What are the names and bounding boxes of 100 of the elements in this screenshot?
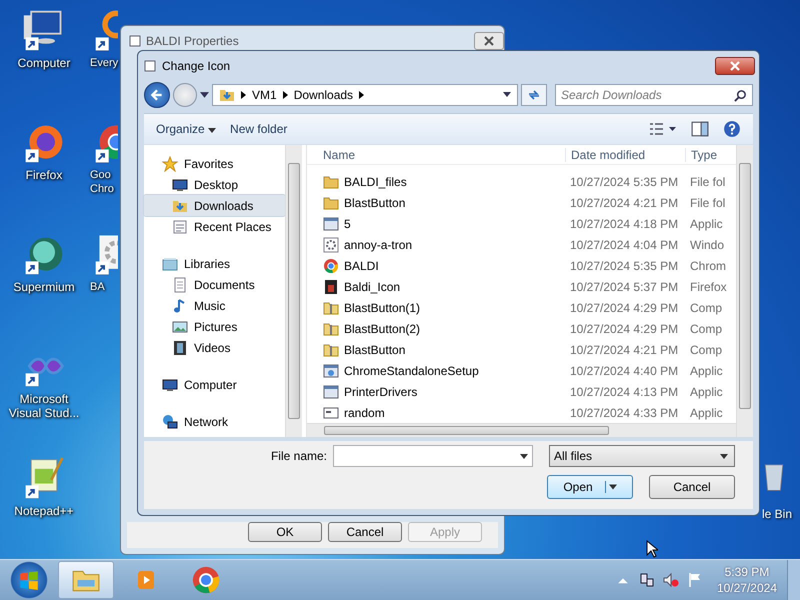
zipped-folder-icon xyxy=(323,320,339,337)
close-icon xyxy=(484,36,494,46)
desktop-icon-label[interactable]: Every xyxy=(90,56,118,70)
date-cell-text: 10/27/2024 4:21 PM xyxy=(569,196,680,210)
date-cell-text: 10/27/2024 4:29 PM xyxy=(569,322,680,336)
file-icon xyxy=(129,35,141,47)
breadcrumb[interactable]: Downloads xyxy=(294,88,354,102)
type-cell-text: File fol xyxy=(689,196,726,210)
muted-speaker-icon[interactable] xyxy=(662,572,679,588)
folder-icon xyxy=(323,174,339,190)
desktop-icon-label[interactable]: Firefox xyxy=(26,168,62,182)
chevron-icon[interactable] xyxy=(359,91,364,99)
column-header[interactable]: Name xyxy=(307,148,565,162)
window-icon xyxy=(323,404,339,421)
navigation-item[interactable]: Libraries xyxy=(144,253,285,274)
picture-icon xyxy=(172,318,188,334)
column-header[interactable]: Date modified xyxy=(565,148,685,162)
desktop-icon-label[interactable]: Computer xyxy=(18,56,70,70)
navigation-item[interactable]: Computer xyxy=(144,374,285,395)
file-name-cell[interactable]: BlastButton xyxy=(307,194,565,211)
windows-logo-icon xyxy=(18,569,40,591)
type-cell-text: Firefox xyxy=(689,280,728,294)
cancel-button[interactable]: Cancel xyxy=(649,475,735,499)
desktop-icon-label[interactable]: BA xyxy=(90,280,105,294)
close-button[interactable] xyxy=(715,57,755,75)
file-name-cell[interactable]: BlastButton xyxy=(307,342,565,358)
file-name-field[interactable] xyxy=(333,445,533,467)
date-cell-text: 10/27/2024 4:33 PM xyxy=(569,406,680,420)
type-cell-text: Applic xyxy=(689,384,724,399)
new-folder-button[interactable]: New folder xyxy=(230,122,288,136)
caret-icon xyxy=(720,454,728,458)
organize-menu-button[interactable]: Organize xyxy=(156,122,216,136)
desktop-icon-label[interactable]: Goo xyxy=(90,168,111,182)
file-name-cell[interactable]: annoy-a-tron xyxy=(307,236,565,253)
chevron-icon[interactable] xyxy=(282,91,288,99)
date-cell-text: 10/27/2024 4:13 PM xyxy=(569,384,680,399)
vertical-scrollbar[interactable] xyxy=(736,145,753,437)
navigation-item[interactable]: Favorites xyxy=(144,153,285,174)
refresh-button[interactable] xyxy=(521,84,547,106)
desktop-icon-label[interactable]: Supermium xyxy=(13,280,75,294)
preview-pane-icon[interactable] xyxy=(691,120,709,138)
type-cell-text: Applic xyxy=(689,216,724,231)
file-name-cell[interactable]: random xyxy=(307,404,565,421)
navigation-item[interactable]: Videos xyxy=(144,337,285,358)
file-name-cell[interactable]: Baldi_Icon xyxy=(307,278,565,295)
file-name-cell[interactable]: BALDI xyxy=(307,258,565,274)
back-button[interactable] xyxy=(144,82,170,108)
browser-logo-icon xyxy=(323,258,339,274)
navigation-item[interactable]: Desktop xyxy=(144,174,285,195)
navigation-item[interactable]: Music xyxy=(144,295,285,316)
gear-icon xyxy=(323,236,339,253)
navigation-item[interactable]: Network xyxy=(144,411,285,432)
date-cell-text: 10/27/2024 4:21 PM xyxy=(569,342,680,357)
type-cell-text: Applic xyxy=(689,406,724,420)
document-icon xyxy=(172,276,188,292)
star-icon xyxy=(162,156,178,172)
date-cell-text: 10/27/2024 4:29 PM xyxy=(569,300,680,315)
type-cell-text: Comp xyxy=(689,342,724,357)
taskbar-button[interactable] xyxy=(58,561,114,599)
application-icon xyxy=(323,362,339,379)
close-icon xyxy=(730,61,740,71)
file-icon xyxy=(144,60,156,72)
zipped-folder-icon xyxy=(323,300,339,316)
open-button[interactable]: Open xyxy=(547,475,633,499)
search-icon xyxy=(734,89,747,102)
download-folder-icon xyxy=(219,87,235,103)
type-cell-text: Comp xyxy=(689,322,724,336)
address-bar[interactable]: VM1 Downloads xyxy=(212,84,518,106)
caret-icon xyxy=(520,454,528,458)
file-type-dropdown[interactable]: All files xyxy=(549,445,735,467)
file-name-cell[interactable]: BlastButton(1) xyxy=(307,300,565,316)
navigation-item[interactable]: Pictures xyxy=(144,316,285,337)
dropdown-caret-icon[interactable] xyxy=(200,92,209,98)
file-name-cell[interactable]: BlastButton(2) xyxy=(307,320,565,337)
dropdown-caret-icon[interactable] xyxy=(503,92,511,98)
navigation-item[interactable]: Recent Places xyxy=(144,216,285,237)
column-header[interactable]: Type xyxy=(685,148,729,162)
chevron-icon[interactable] xyxy=(241,91,246,99)
view-options-icon[interactable] xyxy=(649,121,677,137)
breadcrumb[interactable]: VM1 xyxy=(252,88,277,102)
desktop-icon-label[interactable]: Microsoft xyxy=(20,392,68,406)
navigation-item[interactable]: Downloads xyxy=(144,195,285,216)
desktop-icon-label[interactable]: Chro xyxy=(90,182,114,196)
help-icon[interactable] xyxy=(723,120,741,138)
file-name-cell[interactable]: ChromeStandaloneSetup xyxy=(307,362,565,379)
network-icon[interactable] xyxy=(638,572,655,588)
close-button[interactable] xyxy=(474,32,504,50)
desktop-icon-label[interactable]: Visual Stud... xyxy=(8,406,80,420)
file-name-cell[interactable]: PrinterDrivers xyxy=(307,384,565,400)
search-field[interactable]: Search Downloads xyxy=(555,84,753,106)
navigation-item[interactable]: Documents xyxy=(144,274,285,295)
dialog-button[interactable]: OK xyxy=(248,522,322,542)
horizontal-scrollbar[interactable] xyxy=(307,423,736,437)
file-name-cell[interactable]: 5 xyxy=(307,216,565,232)
application-icon xyxy=(323,216,339,232)
vertical-scrollbar[interactable] xyxy=(285,145,302,437)
application-icon xyxy=(323,384,339,400)
file-name-cell[interactable]: BALDI_files xyxy=(307,174,565,190)
desktop-icon-label[interactable]: le Bin xyxy=(762,507,792,521)
dialog-button[interactable]: Cancel xyxy=(328,522,402,542)
